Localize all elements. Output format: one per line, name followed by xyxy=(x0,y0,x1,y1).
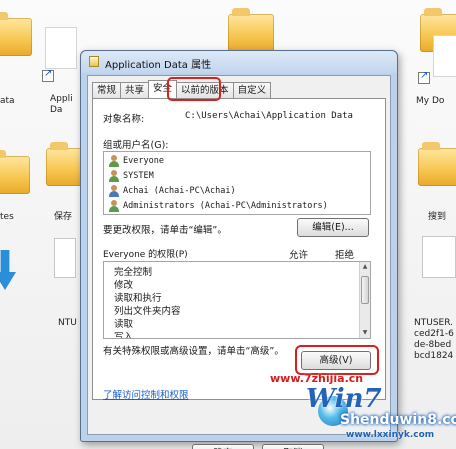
allow-column-header: 允许 xyxy=(289,250,309,261)
document-icon[interactable] xyxy=(422,236,456,278)
group-users-label: 组或用户名(G): xyxy=(103,140,169,151)
file-icon xyxy=(89,56,99,67)
shortcut-arrow-icon xyxy=(42,68,54,82)
scroll-up-icon[interactable]: ▲ xyxy=(360,262,370,272)
deny-column-header: 拒绝 xyxy=(335,250,355,261)
permissions-scrollbar[interactable]: ▲ ▼ xyxy=(359,262,370,338)
security-tab-highlight xyxy=(167,77,221,101)
folder-icon[interactable] xyxy=(228,8,274,52)
watermark-win7: Win7 xyxy=(306,384,382,414)
edit-button[interactable]: 编辑(E)... xyxy=(297,218,369,237)
change-permission-hint: 要更改权限，请单击“编辑”。 xyxy=(103,225,227,236)
file-label: 搜到 xyxy=(428,212,447,222)
user-group-icon xyxy=(108,154,120,167)
document-icon[interactable] xyxy=(46,28,76,68)
document-icon[interactable] xyxy=(54,238,76,278)
user-list[interactable]: Everyone SYSTEM Achai (Achai-PC\Achai) A… xyxy=(103,151,371,215)
download-arrow-icon xyxy=(0,250,16,290)
list-item[interactable]: Everyone xyxy=(108,153,164,168)
file-label: tes xyxy=(0,212,14,222)
access-control-link[interactable]: 了解访问控制和权限 xyxy=(103,387,189,401)
user-name: Achai (Achai-PC\Achai) xyxy=(123,185,236,196)
object-name-value: C:\Users\Achai\Application Data xyxy=(185,111,353,121)
folder-icon[interactable] xyxy=(0,150,30,194)
ok-button[interactable]: 确定 xyxy=(192,444,254,449)
permission-item: 列出文件夹内容 xyxy=(114,306,181,317)
permission-item: 完全控制 xyxy=(114,267,153,278)
user-name: SYSTEM xyxy=(123,170,154,181)
user-name: Everyone xyxy=(123,155,164,166)
dialog-title: Application Data 属性 xyxy=(105,60,212,71)
list-item[interactable]: SYSTEM xyxy=(108,168,154,183)
object-name-label: 对象名称: xyxy=(103,114,145,125)
file-label: Appli Da xyxy=(50,94,73,115)
scroll-down-icon[interactable]: ▼ xyxy=(360,328,370,338)
file-label: NTU xyxy=(58,318,77,328)
tab-sharing[interactable]: 共享 xyxy=(120,82,150,98)
shortcut-arrow-icon xyxy=(418,70,430,84)
permission-item: 修改 xyxy=(114,280,134,291)
user-group-icon xyxy=(108,199,120,212)
tab-general[interactable]: 常规 xyxy=(92,82,122,98)
permissions-list[interactable]: 完全控制 修改 读取和执行 列出文件夹内容 读取 写入 ▲ ▼ xyxy=(103,261,371,339)
dialog-titlebar[interactable]: Application Data 属性 xyxy=(81,51,397,73)
permission-item: 读取 xyxy=(114,319,134,330)
document-icon[interactable] xyxy=(434,36,456,76)
file-label: NTUSER. ced2f1-6 de-8bed bcd1824 xyxy=(414,318,454,361)
file-label: My Do xyxy=(416,96,445,106)
permissions-header: Everyone 的权限(P) xyxy=(103,250,188,260)
folder-icon[interactable] xyxy=(418,142,456,186)
advanced-settings-hint: 有关特殊权限或高级设置，请单击“高级”。 xyxy=(103,346,284,357)
file-label: ata xyxy=(0,96,15,106)
list-item[interactable]: Achai (Achai-PC\Achai) xyxy=(108,183,236,198)
tab-customize[interactable]: 自定义 xyxy=(232,82,272,98)
cancel-button[interactable]: 取消 xyxy=(262,444,324,449)
permission-item: 读取和执行 xyxy=(114,293,162,304)
folder-icon[interactable] xyxy=(0,12,32,56)
security-panel: 对象名称: C:\Users\Achai\Application Data 组或… xyxy=(92,98,386,401)
watermark-site-sub: www.lxxinyk.com xyxy=(346,430,435,440)
list-item[interactable]: Administrators (Achai-PC\Administrators) xyxy=(108,198,328,213)
file-label: 保存 xyxy=(54,212,73,222)
permission-item: 写入 xyxy=(114,332,134,339)
advanced-button-highlight xyxy=(295,345,379,375)
watermark-site: Shenduwin8.com xyxy=(340,412,456,428)
user-name: Administrators (Achai-PC\Administrators) xyxy=(123,200,328,211)
scroll-thumb[interactable] xyxy=(361,276,369,304)
user-group-icon xyxy=(108,169,120,182)
user-icon xyxy=(108,184,120,197)
